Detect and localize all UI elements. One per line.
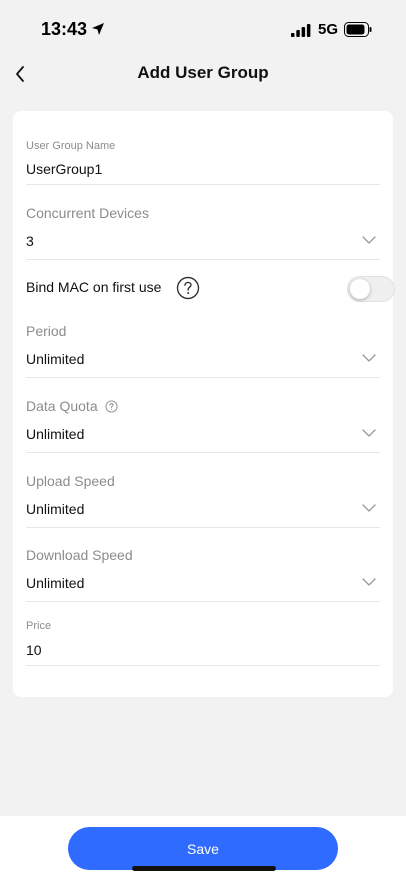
network-type: 5G	[318, 21, 339, 38]
toggle-knob	[350, 279, 370, 299]
upload-speed-select[interactable]: Upload Speed Unlimited	[26, 461, 380, 528]
upload-speed-label: Upload Speed	[26, 473, 115, 489]
download-speed-value: Unlimited	[26, 575, 85, 591]
download-speed-select[interactable]: Download Speed Unlimited	[26, 535, 380, 602]
save-button[interactable]: Save	[68, 827, 338, 870]
concurrent-devices-value: 3	[26, 233, 34, 249]
bind-mac-label: Bind MAC on first use	[26, 279, 162, 295]
nav-bar: Add User Group	[0, 58, 406, 90]
period-value: Unlimited	[26, 351, 85, 367]
help-icon[interactable]	[176, 276, 200, 300]
location-arrow-icon	[92, 23, 104, 35]
battery-icon	[344, 22, 372, 37]
upload-speed-value: Unlimited	[26, 501, 85, 517]
chevron-down-icon	[362, 429, 376, 437]
status-bar: 13:43 5G	[0, 0, 406, 58]
price-field[interactable]: Price 10	[26, 610, 380, 666]
chevron-down-icon	[362, 504, 376, 512]
page-title: Add User Group	[137, 63, 269, 82]
user-group-name-input[interactable]: UserGroup1	[26, 161, 102, 177]
bind-mac-toggle[interactable]	[347, 276, 395, 302]
signal-bars-icon	[291, 24, 311, 37]
home-indicator	[132, 866, 276, 871]
user-group-name-label: User Group Name	[26, 140, 116, 152]
data-quota-label-text: Data Quota	[26, 398, 98, 414]
help-icon[interactable]	[105, 400, 118, 413]
price-input[interactable]: 10	[26, 642, 42, 658]
form-card: User Group Name UserGroup1 Concurrent De…	[13, 111, 395, 697]
concurrent-devices-label: Concurrent Devices	[26, 205, 149, 221]
chevron-down-icon	[362, 236, 376, 244]
chevron-down-icon	[362, 578, 376, 586]
data-quota-select[interactable]: Data Quota Unlimited	[26, 386, 380, 453]
period-select[interactable]: Period Unlimited	[26, 311, 380, 378]
data-quota-label: Data Quota	[26, 398, 118, 414]
concurrent-devices-select[interactable]: Concurrent Devices 3	[26, 193, 380, 260]
download-speed-label: Download Speed	[26, 547, 133, 563]
price-label: Price	[26, 620, 52, 632]
bind-mac-row: Bind MAC on first use	[26, 274, 395, 310]
chevron-down-icon	[362, 354, 376, 362]
user-group-name-field[interactable]: User Group Name UserGroup1	[26, 131, 380, 185]
data-quota-value: Unlimited	[26, 426, 85, 442]
status-time: 13:43	[41, 19, 88, 39]
period-label: Period	[26, 323, 67, 339]
